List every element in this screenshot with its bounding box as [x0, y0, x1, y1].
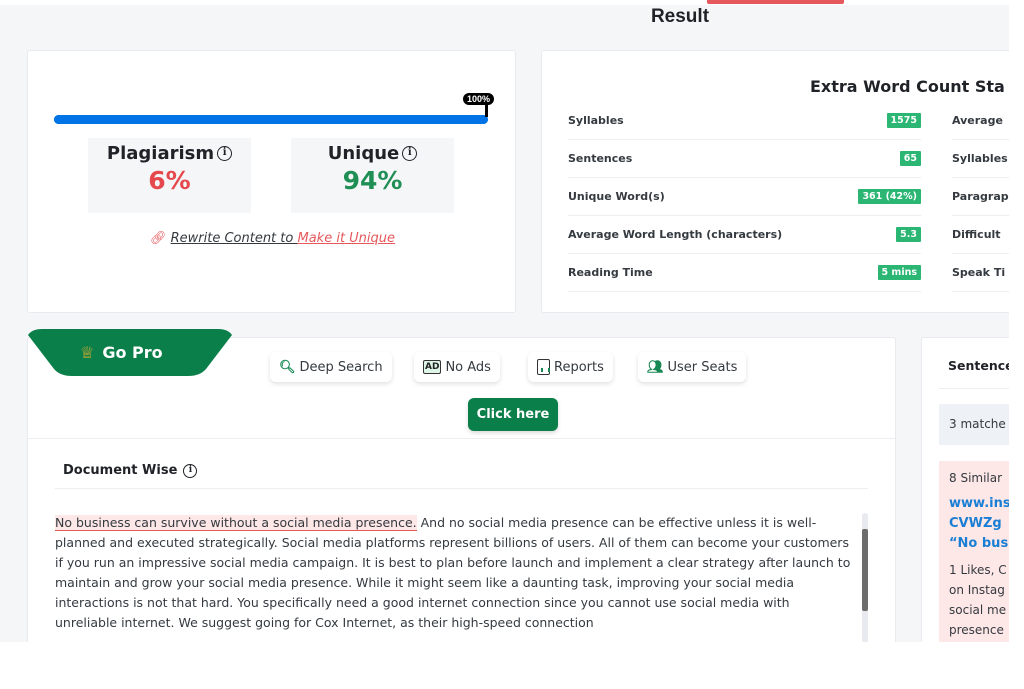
deep-search-label: Deep Search — [299, 359, 383, 375]
unique-label: Unique — [327, 143, 400, 164]
source-link-line[interactable]: www.ins — [949, 494, 1009, 514]
top-bar — [0, 0, 1009, 5]
stat-row: Speak Ti — [952, 254, 1009, 292]
stat-badge: 5 mins — [877, 265, 921, 280]
document-wise-title: Document Wise — [63, 463, 178, 478]
stat-row: Reading Time 5 mins — [568, 254, 921, 292]
user-seats-button[interactable]: 👥︎ User Seats — [638, 352, 747, 382]
go-pro-label: Go Pro — [102, 343, 163, 362]
progress-marker — [485, 105, 488, 117]
make-unique-link[interactable]: Make it Unique — [297, 231, 395, 246]
highlighted-sentence[interactable]: No business can survive without a social… — [55, 515, 417, 531]
source-snippet: 1 Likes, C on Instag social me presence — [949, 560, 1009, 640]
reports-label: Reports — [554, 359, 604, 375]
source-link[interactable]: www.ins CVWZg “No bus — [949, 494, 1009, 554]
plagiarism-value: 6% — [148, 166, 191, 195]
active-tab-indicator — [707, 0, 844, 4]
stat-badge: 361 (42%) — [858, 189, 921, 204]
go-pro-banner[interactable]: ♕︎ Go Pro — [28, 329, 232, 376]
no-ads-icon: AD — [423, 360, 442, 374]
divider — [28, 438, 895, 439]
no-ads-label: No Ads — [445, 359, 491, 375]
matches-count[interactable]: 3 matche — [939, 404, 1009, 445]
similar-count: 8 Similar — [949, 471, 1003, 485]
similar-source-item[interactable]: 8 Similar www.ins CVWZg “No bus 1 Likes,… — [939, 461, 1009, 642]
click-here-button[interactable]: Click here — [468, 398, 558, 431]
sidebar-title: Sentence — [948, 358, 1009, 373]
stats-column-right: Average Syllables Paragrap Difficult Spe… — [952, 102, 1009, 292]
info-icon[interactable]: i — [402, 146, 418, 161]
divider — [939, 388, 1009, 389]
stat-label: Average — [952, 114, 1003, 127]
stat-label: Reading Time — [568, 266, 653, 279]
snippet-line: 1 Likes, C — [949, 563, 1007, 577]
stat-row: Paragrap — [952, 178, 1009, 216]
stat-row: Difficult — [952, 216, 1009, 254]
plagiarism-label: Plagiarism — [106, 143, 215, 164]
no-ads-button[interactable]: AD No Ads — [414, 352, 500, 382]
source-link-line[interactable]: CVWZg — [949, 514, 1009, 534]
document-body: And no social media presence can be effe… — [55, 515, 851, 630]
stat-label: Paragrap — [952, 190, 1009, 203]
unique-value: 94% — [342, 166, 403, 195]
crown-icon: ♕︎ — [80, 343, 95, 362]
stat-row: Unique Word(s) 361 (42%) — [568, 178, 921, 216]
snippet-line: presence — [949, 623, 1004, 637]
deep-search-button[interactable]: 🔍︎ Deep Search — [270, 352, 392, 382]
info-icon[interactable]: i — [183, 463, 198, 478]
info-icon[interactable]: i — [217, 146, 233, 161]
progress-label: 100% — [463, 93, 495, 105]
stat-badge: 65 — [899, 151, 921, 166]
source-link-line[interactable]: “No bus — [949, 534, 1009, 554]
stat-badge: 5.3 — [896, 227, 921, 242]
stat-label: Difficult — [952, 228, 1001, 241]
stat-label: Sentences — [568, 152, 633, 165]
reports-button[interactable]: Reports — [528, 352, 613, 382]
stat-row: Syllables 1575 — [568, 102, 921, 140]
stat-row: Average Word Length (characters) 5.3 — [568, 216, 921, 254]
snippet-line: social me — [949, 603, 1007, 617]
stat-row: Sentences 65 — [568, 140, 921, 178]
users-icon: 👥︎ — [647, 359, 664, 375]
unique-box: Unique i 94% — [291, 138, 454, 213]
page-title: Result — [650, 6, 710, 27]
progress-fill — [54, 115, 488, 124]
progress-bar — [54, 115, 488, 124]
stat-label: Syllables — [568, 114, 624, 127]
document-text: No business can survive without a social… — [55, 513, 855, 633]
stat-row: Syllables — [952, 140, 1009, 178]
stat-label: Syllables — [952, 152, 1008, 165]
stat-label: Unique Word(s) — [568, 190, 665, 203]
snippet-line: on Instag — [949, 583, 1005, 597]
word-count-stats-card: Extra Word Count Sta Syllables 1575 Sente… — [541, 50, 1009, 313]
rewrite-content-link[interactable]: 🔗︎ Rewrite Content to Make it Unique — [28, 231, 517, 246]
stat-label: Speak Ti — [952, 266, 1006, 279]
divider — [55, 488, 868, 489]
stat-row: Average — [952, 102, 1009, 140]
stats-title: Extra Word Count Sta — [810, 77, 1005, 96]
plagiarism-box: Plagiarism i 6% — [88, 138, 251, 213]
stat-badge: 1575 — [886, 113, 921, 128]
page-viewport: Result 100% Plagiarism i 6% Unique i 94%… — [0, 0, 1009, 642]
scrollbar-thumb[interactable] — [862, 529, 868, 611]
sentence-matches-card: Sentence 3 matche 8 Similar www.ins CVWZ… — [921, 337, 1009, 642]
link-icon: 🔗︎ — [149, 231, 167, 246]
rewrite-text[interactable]: Rewrite Content to — [171, 231, 298, 246]
document-scrollbar[interactable] — [862, 513, 868, 642]
stat-label: Average Word Length (characters) — [568, 228, 783, 241]
search-icon: 🔍︎ — [279, 359, 296, 375]
report-icon — [537, 359, 550, 375]
stats-column-left: Syllables 1575 Sentences 65 Unique Word(s)… — [568, 102, 921, 292]
document-wise-header: Document Wise i — [63, 463, 198, 478]
user-seats-label: User Seats — [667, 359, 738, 375]
score-card: 100% Plagiarism i 6% Unique i 94% 🔗︎ Rew… — [27, 50, 516, 313]
